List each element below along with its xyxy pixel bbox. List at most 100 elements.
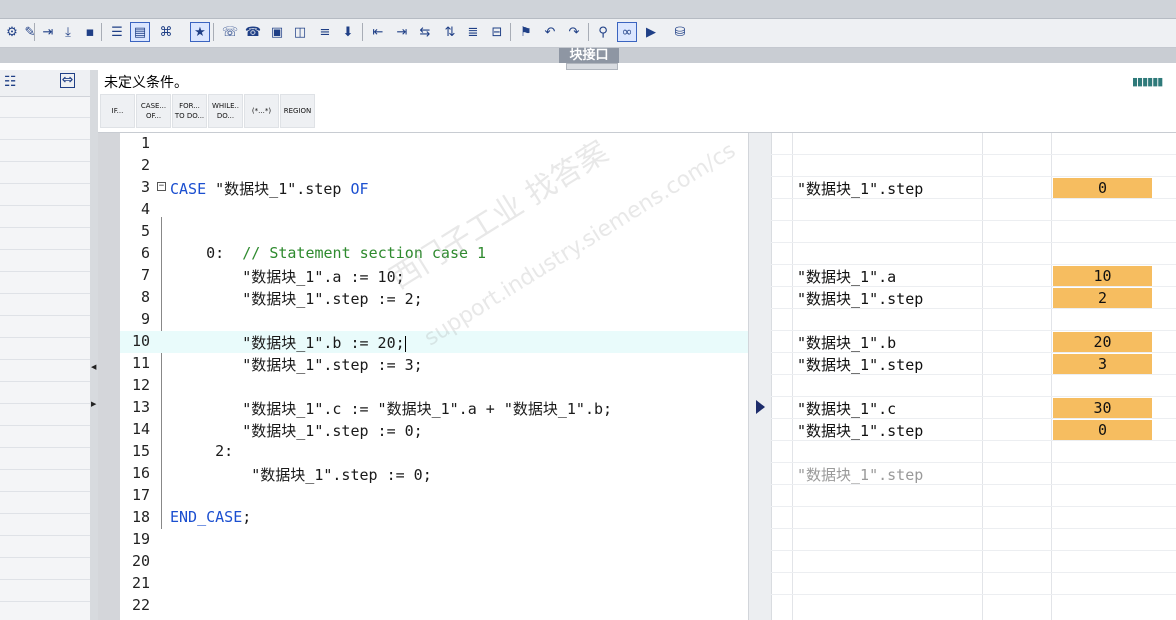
collapse-icon[interactable]: ⇔ xyxy=(60,73,75,88)
indent-all-icon[interactable]: ⇆ xyxy=(415,22,435,42)
download-icon[interactable]: ⤓ xyxy=(58,22,78,42)
case-label-2: OF... xyxy=(145,112,162,120)
keyword: END_CASE xyxy=(170,508,243,526)
code-line[interactable]: 2 xyxy=(120,155,748,177)
monitor-value: 2 xyxy=(1053,288,1152,308)
code-line[interactable]: 11 "数据块_1".step := 3; xyxy=(120,353,748,375)
list-item xyxy=(0,448,90,470)
line-number: 13 xyxy=(131,398,150,416)
while-button[interactable]: WHILE.. DO... xyxy=(208,94,243,128)
line-number: 12 xyxy=(131,376,150,394)
snapshot-icon[interactable]: ▣ xyxy=(267,22,287,42)
call-stop-icon[interactable]: ☎ xyxy=(243,22,263,42)
collapse-left-icon[interactable]: ◀ xyxy=(91,363,97,371)
list-item xyxy=(0,580,90,602)
call-remove-icon[interactable]: ☏ xyxy=(220,22,240,42)
if-button[interactable]: IF... xyxy=(100,94,135,128)
monitor-value: 0 xyxy=(1053,420,1152,440)
code-fragment: "数据块_1".step xyxy=(206,180,351,198)
monitor-view-icon[interactable]: ▤ xyxy=(130,22,150,42)
code-line[interactable]: 1 xyxy=(120,133,748,155)
breakpoint-gutter[interactable] xyxy=(98,133,120,620)
code-line[interactable]: 3− CASE "数据块_1".step OF xyxy=(120,177,748,199)
row-divider xyxy=(749,154,1176,155)
interface-grip[interactable] xyxy=(566,63,618,70)
region-button[interactable]: REGION xyxy=(280,94,315,128)
comment-block-label: (*...*) xyxy=(251,107,272,115)
code-line[interactable]: 20 xyxy=(120,551,748,573)
watch-table-icon[interactable]: ⌘ xyxy=(156,22,176,42)
code-line[interactable]: 14 "数据块_1".step := 0; xyxy=(120,419,748,441)
interface-tab[interactable]: 块接口 xyxy=(559,48,619,63)
monitor-pane: "数据块_1".step 0 "数据块_1".a 10 "数据块_1".step… xyxy=(748,133,1176,620)
line-number: 3 xyxy=(140,178,150,196)
left-panel-header: ☷ ⇔ xyxy=(0,70,90,97)
list-item xyxy=(0,470,90,492)
indent-icon[interactable]: ⇥ xyxy=(392,22,412,42)
list-view-icon[interactable]: ☰ xyxy=(107,22,127,42)
code-line[interactable]: 19 xyxy=(120,529,748,551)
bookmark-prev-icon[interactable]: ↶ xyxy=(540,22,560,42)
list-item xyxy=(0,492,90,514)
glasses-icon[interactable]: ∞ xyxy=(617,22,637,42)
code-fragment: "数据块_1".b := 20; xyxy=(170,334,405,352)
code-line[interactable]: 5 xyxy=(120,221,748,243)
code-line[interactable]: 21 xyxy=(120,573,748,595)
execution-marker-icon xyxy=(756,400,765,414)
list-item xyxy=(0,206,90,228)
settings-icon[interactable]: ⚙ xyxy=(2,22,22,42)
code-text: "数据块_1".step := 2; xyxy=(170,290,423,308)
code-line[interactable]: 7 "数据块_1".a := 10; xyxy=(120,265,748,287)
code-line[interactable]: 12 xyxy=(120,375,748,397)
wizard-icon[interactable]: ✎ xyxy=(20,22,40,42)
align-icon[interactable]: ≡ xyxy=(315,22,335,42)
code-line[interactable]: 15 2: xyxy=(120,441,748,463)
list-item xyxy=(0,228,90,250)
fold-toggle-icon[interactable]: − xyxy=(157,182,166,191)
line-number: 2 xyxy=(140,156,150,174)
case-button[interactable]: CASE... OF... xyxy=(136,94,171,128)
uncomment-icon[interactable]: ⊟ xyxy=(487,22,507,42)
find-icon[interactable]: ⚲ xyxy=(593,22,613,42)
tree-icon[interactable]: ☷ xyxy=(4,74,17,90)
overview-icon[interactable]: ▮▮▮▮▮▮ xyxy=(1132,75,1172,89)
code-line[interactable]: 22 xyxy=(120,595,748,617)
row-divider xyxy=(749,220,1176,221)
for-button[interactable]: FOR... TO DO... xyxy=(172,94,207,128)
line-number: 22 xyxy=(131,596,150,614)
db-icon[interactable]: ⛁ xyxy=(670,22,690,42)
list-item xyxy=(0,426,90,448)
go-online-icon[interactable]: ▶ xyxy=(641,22,661,42)
code-line[interactable]: 13 "数据块_1".c := "数据块_1".a + "数据块_1".b; xyxy=(120,397,748,419)
monitor-value: 0 xyxy=(1053,178,1152,198)
line-number: 9 xyxy=(140,310,150,328)
disk-icon[interactable]: ▪ xyxy=(80,22,100,42)
code-text: 0: // Statement section case 1 xyxy=(170,244,486,262)
insert-row-icon[interactable]: ⇥ xyxy=(38,22,58,42)
favorites-icon[interactable]: ★ xyxy=(190,22,210,42)
row-divider xyxy=(749,242,1176,243)
code-line[interactable]: 9 xyxy=(120,309,748,331)
comment-icon[interactable]: ≣ xyxy=(463,22,483,42)
keyword: OF xyxy=(350,180,369,198)
list-item xyxy=(0,140,90,162)
code-line[interactable]: 18 END_CASE; xyxy=(120,507,748,529)
bookmark-icon[interactable]: ⚑ xyxy=(516,22,536,42)
toolbar-separator xyxy=(510,23,511,41)
code-line[interactable]: 16 "数据块_1".step := 0; xyxy=(120,463,748,485)
toolbar-separator xyxy=(101,23,102,41)
code-line[interactable]: 8 "数据块_1".step := 2; xyxy=(120,287,748,309)
bookmark-next-icon[interactable]: ↷ xyxy=(564,22,584,42)
expand-right-icon[interactable]: ▶ xyxy=(91,400,97,408)
code-area[interactable]: 1 2 3− CASE "数据块_1".step OF 4 5 6 0: // S… xyxy=(120,133,1176,620)
snapshot-load-icon[interactable]: ◫ xyxy=(290,22,310,42)
code-line[interactable]: 17 xyxy=(120,485,748,507)
code-line[interactable]: 6 0: // Statement section case 1 xyxy=(120,243,748,265)
format-icon[interactable]: ⇅ xyxy=(440,22,460,42)
line-number: 6 xyxy=(140,244,150,262)
outdent-icon[interactable]: ⇤ xyxy=(368,22,388,42)
code-line[interactable]: 4 xyxy=(120,199,748,221)
monitor-tag: "数据块_1".step xyxy=(797,180,924,198)
expand-icon[interactable]: ⬇ xyxy=(338,22,358,42)
comment-block-button[interactable]: (*...*) xyxy=(244,94,279,128)
